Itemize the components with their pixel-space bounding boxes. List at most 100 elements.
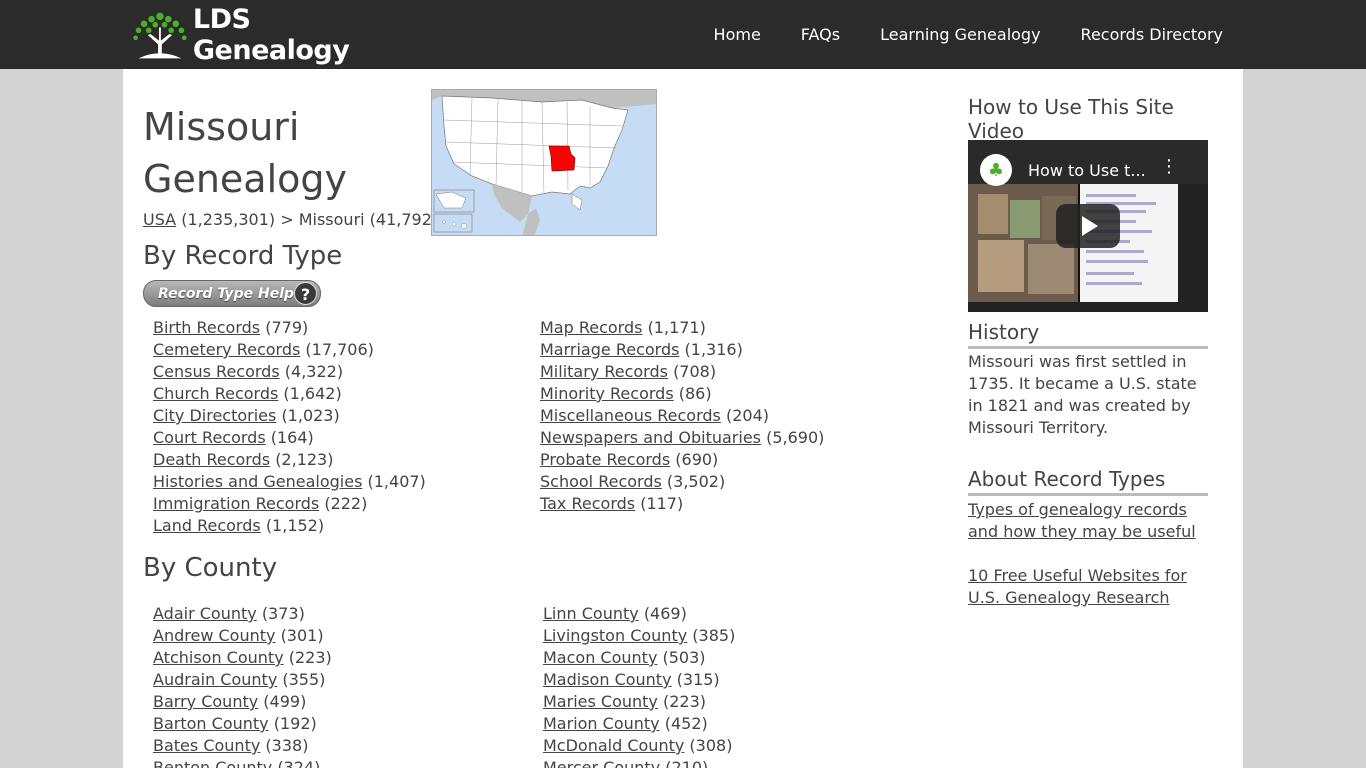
county-link[interactable]: Marion County: [543, 714, 660, 733]
county-link[interactable]: Benton County: [153, 758, 272, 768]
list-item: Newspapers and Obituaries (5,690): [540, 428, 825, 447]
list-item: Macon County (503): [543, 648, 706, 667]
county-link[interactable]: Barton County: [153, 714, 269, 733]
record-type-heading: By Record Type: [143, 241, 343, 271]
nav-home[interactable]: Home: [714, 25, 761, 44]
site-logo[interactable]: LDS Genealogy: [131, 4, 401, 66]
list-item: Audrain County (355): [153, 670, 326, 689]
list-item: Immigration Records (222): [153, 494, 368, 513]
record-type-link[interactable]: Minority Records: [540, 384, 674, 403]
record-type-link[interactable]: Immigration Records: [153, 494, 319, 513]
county-link[interactable]: Madison County: [543, 670, 672, 689]
breadcrumb: USA (1,235,301) > Missouri (41,792): [143, 210, 438, 229]
list-item: Map Records (1,171): [540, 318, 706, 337]
record-type-link[interactable]: Military Records: [540, 362, 668, 381]
nav-records-directory[interactable]: Records Directory: [1081, 25, 1223, 44]
list-item: Mercer County (210): [543, 757, 735, 768]
main-content: Missouri Genealogy USA (1,235,301) > Mis…: [123, 69, 1243, 768]
list-item: Cemetery Records (17,706): [153, 340, 374, 359]
list-item: Census Records (4,322): [153, 362, 344, 381]
county-link[interactable]: Adair County: [153, 604, 257, 623]
record-type-link[interactable]: Census Records: [153, 362, 280, 381]
record-type-link[interactable]: Cemetery Records: [153, 340, 300, 359]
list-item: Maries County (223): [543, 692, 707, 711]
breadcrumb-usa-count: (1,235,301): [181, 210, 276, 229]
record-types-link[interactable]: Types of genealogy records and how they …: [968, 499, 1208, 543]
list-item: Miscellaneous Records (204): [540, 406, 769, 425]
list-item: Tax Records (117): [540, 494, 684, 513]
record-type-link[interactable]: Map Records: [540, 318, 642, 337]
logo-text: LDS Genealogy: [192, 4, 350, 66]
list-item: Andrew County (301): [153, 626, 324, 645]
breadcrumb-current: Missouri (41,792): [298, 210, 439, 229]
county-link[interactable]: Maries County: [543, 692, 658, 711]
list-item: Land Records (1,152): [153, 516, 325, 535]
list-item: Histories and Genealogies (1,407): [153, 472, 426, 491]
county-link[interactable]: Macon County: [543, 648, 657, 667]
record-type-link[interactable]: Death Records: [153, 450, 270, 469]
list-item: Benton County (324): [153, 757, 332, 768]
list-item: Minority Records (86): [540, 384, 712, 403]
list-item: Adair County (373): [153, 604, 305, 623]
channel-tree-icon: ♣: [980, 154, 1012, 186]
list-item: Probate Records (690): [540, 450, 719, 469]
nav-faqs[interactable]: FAQs: [801, 25, 840, 44]
county-link[interactable]: Atchison County: [153, 648, 284, 667]
list-item: Livingston County (385): [543, 626, 736, 645]
list-item: Marion County (452): [543, 714, 708, 733]
record-type-list-left: Birth Records (779) Cemetery Records (17…: [153, 317, 426, 537]
record-type-link[interactable]: Miscellaneous Records: [540, 406, 721, 425]
free-websites-link[interactable]: 10 Free Useful Websites for U.S. Genealo…: [968, 565, 1208, 609]
record-type-link[interactable]: Probate Records: [540, 450, 670, 469]
about-links: Types of genealogy records and how they …: [968, 499, 1208, 609]
video-player[interactable]: ♣ How to Use t... ⋮: [968, 140, 1208, 312]
about-record-types-heading: About Record Types: [968, 467, 1208, 496]
record-type-link[interactable]: Marriage Records: [540, 340, 679, 359]
nav-learning-genealogy[interactable]: Learning Genealogy: [880, 25, 1040, 44]
top-navigation-bar: LDS Genealogy Home FAQs Learning Genealo…: [0, 0, 1366, 69]
us-map-icon: [432, 90, 656, 235]
history-heading: History: [968, 320, 1208, 349]
play-button[interactable]: [1056, 204, 1120, 248]
record-type-link[interactable]: Newspapers and Obituaries: [540, 428, 761, 447]
list-item: Barry County (499): [153, 692, 307, 711]
county-link[interactable]: Audrain County: [153, 670, 277, 689]
tree-logo-icon: [133, 12, 187, 59]
county-link[interactable]: Andrew County: [153, 626, 275, 645]
record-type-link[interactable]: City Directories: [153, 406, 276, 425]
record-type-link[interactable]: Land Records: [153, 516, 261, 535]
list-item: Madison County (315): [543, 670, 720, 689]
list-item: Military Records (708): [540, 362, 717, 381]
county-link[interactable]: McDonald County: [543, 736, 684, 755]
list-item: Barton County (192): [153, 714, 317, 733]
us-map-missouri-highlight: [431, 89, 657, 236]
county-list-right: Linn County (469) Livingston County (385…: [543, 603, 735, 768]
list-item: Birth Records (779): [153, 318, 309, 337]
breadcrumb-usa-link[interactable]: USA: [143, 210, 176, 229]
county-link[interactable]: Mercer County: [543, 758, 660, 768]
list-item: Death Records (2,123): [153, 450, 334, 469]
question-icon: ?: [294, 282, 317, 305]
record-type-link[interactable]: Tax Records: [540, 494, 635, 513]
video-menu-icon[interactable]: ⋮: [1160, 158, 1178, 176]
page-title: Missouri Genealogy: [143, 105, 347, 201]
record-type-link[interactable]: Birth Records: [153, 318, 260, 337]
record-type-link[interactable]: Court Records: [153, 428, 266, 447]
county-link[interactable]: Barry County: [153, 692, 258, 711]
main-nav: Home FAQs Learning Genealogy Records Dir…: [674, 0, 1223, 69]
video-title: How to Use t...: [1028, 161, 1146, 180]
record-type-link[interactable]: School Records: [540, 472, 662, 491]
list-item: McDonald County (308): [543, 736, 733, 755]
county-list-left: Adair County (373) Andrew County (301) A…: [153, 603, 332, 768]
county-link[interactable]: Livingston County: [543, 626, 687, 645]
list-item: Atchison County (223): [153, 648, 332, 667]
record-type-link[interactable]: Church Records: [153, 384, 278, 403]
record-type-help-button[interactable]: Record Type Help ?: [143, 280, 321, 307]
breadcrumb-separator: >: [280, 210, 294, 229]
county-heading: By County: [143, 553, 278, 583]
list-item: City Directories (1,023): [153, 406, 340, 425]
county-link[interactable]: Linn County: [543, 604, 639, 623]
list-item: Bates County (338): [153, 736, 309, 755]
record-type-link[interactable]: Histories and Genealogies: [153, 472, 362, 491]
county-link[interactable]: Bates County: [153, 736, 260, 755]
